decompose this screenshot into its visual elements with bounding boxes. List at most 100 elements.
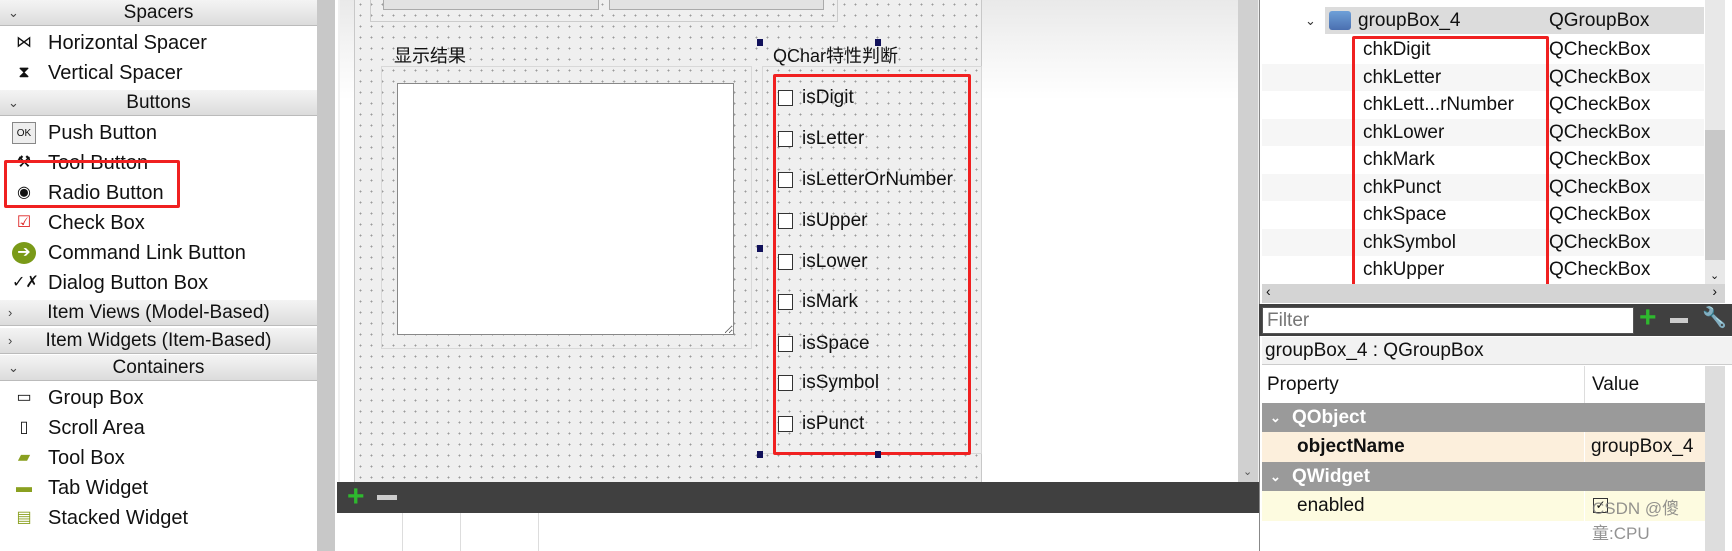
category-containers[interactable]: ⌄ Containers: [0, 355, 317, 381]
highlight-rect-tree: [1352, 36, 1549, 295]
action-editor-toolbar: +: [337, 480, 1259, 514]
object-class: QCheckBox: [1549, 204, 1651, 225]
property-name: enabled: [1297, 495, 1365, 516]
widget-item[interactable]: ▤ Stacked Widget: [0, 503, 317, 533]
form-vertical-scrollbar[interactable]: ⌄: [1238, 0, 1258, 482]
category-label: Spacers: [123, 2, 194, 23]
property-column-header[interactable]: Property: [1267, 366, 1339, 403]
highlight-rect-checkboxes: [773, 74, 971, 455]
push-button-icon: OK: [12, 122, 36, 144]
object-name: groupBox_4: [1358, 10, 1461, 31]
object-class: QCheckBox: [1549, 231, 1651, 253]
selection-handle[interactable]: [875, 39, 881, 46]
top-button-1[interactable]: [383, 0, 599, 10]
widget-item[interactable]: OK Push Button: [0, 118, 317, 148]
object-class: QCheckBox: [1549, 176, 1651, 198]
category-label: Item Views (Model-Based): [47, 302, 270, 323]
wrench-icon[interactable]: 🔧: [1702, 305, 1727, 330]
widget-label: Command Link Button: [48, 242, 246, 264]
widget-item[interactable]: ▰ Tool Box: [0, 443, 317, 473]
add-property-icon[interactable]: +: [1639, 301, 1657, 335]
tree-row-groupbox[interactable]: ⌄ groupBox_4 QGroupBox: [1305, 7, 1704, 34]
property-value[interactable]: groupBox_4: [1591, 432, 1693, 462]
vertical-spacer-icon: ⧗: [18, 64, 30, 81]
widget-label: Horizontal Spacer: [48, 32, 207, 54]
category-label: Item Widgets (Item-Based): [45, 330, 272, 351]
widget-label: Dialog Button Box: [48, 272, 209, 294]
result-group-title: 显示结果: [394, 46, 466, 66]
remove-property-icon[interactable]: [1670, 318, 1688, 323]
object-label: groupBox_4 : QGroupBox: [1262, 337, 1732, 365]
widget-label: Vertical Spacer: [48, 62, 183, 84]
scroll-area-icon: ▯: [19, 419, 29, 436]
add-icon[interactable]: +: [347, 480, 365, 514]
widget-item[interactable]: ☑ Check Box: [0, 208, 317, 238]
group-box-icon: ▭: [16, 389, 32, 406]
tab-widget-icon: ▬: [16, 479, 32, 496]
category-label: Buttons: [126, 92, 191, 113]
widget-item[interactable]: ▬ Tab Widget: [0, 473, 317, 503]
scroll-down-icon[interactable]: ⌄: [1243, 465, 1252, 478]
highlight-rect-radio: [4, 160, 180, 208]
selection-handle[interactable]: [757, 39, 763, 46]
section-qwidget[interactable]: ⌄ QWidget: [1262, 462, 1707, 491]
object-class: QGroupBox: [1549, 10, 1650, 31]
horizontal-spacer-icon: ⋈: [16, 34, 32, 51]
chevron-down-icon[interactable]: ⌄: [8, 355, 19, 381]
remove-icon[interactable]: [377, 495, 397, 500]
top-button-2[interactable]: [609, 0, 824, 10]
tool-box-icon: ▰: [17, 449, 31, 466]
widget-item[interactable]: ✓✗ Dialog Button Box: [0, 268, 317, 298]
section-qobject[interactable]: ⌄ QObject: [1262, 403, 1707, 432]
section-label: QObject: [1292, 407, 1366, 428]
object-class: QCheckBox: [1549, 121, 1651, 143]
chevron-down-icon[interactable]: ⌄: [1270, 403, 1281, 432]
value-column-header[interactable]: Value: [1592, 366, 1639, 403]
groupbox-icon: [1329, 11, 1351, 30]
object-class: QCheckBox: [1549, 66, 1651, 88]
widget-label: Group Box: [48, 387, 144, 409]
chevron-right-icon[interactable]: ›: [8, 300, 12, 326]
chevron-down-icon[interactable]: ⌄: [8, 90, 19, 116]
widget-label: Stacked Widget: [48, 507, 189, 529]
widget-label: Check Box: [48, 212, 145, 234]
action-editor-table: [337, 513, 1259, 551]
object-class: QCheckBox: [1549, 39, 1651, 60]
widget-box: ⌄ Spacers ⋈ Horizontal Spacer ⧗ Vertical Spac…: [0, 0, 317, 551]
category-buttons[interactable]: ⌄ Buttons: [0, 90, 317, 116]
object-class: QCheckBox: [1549, 259, 1651, 280]
stacked-widget-icon: ▤: [16, 509, 32, 526]
widget-box-scrollbar[interactable]: [317, 0, 338, 551]
tree-vertical-scrollbar[interactable]: ⌄: [1705, 0, 1725, 284]
result-text-edit[interactable]: [397, 83, 734, 335]
object-class: QCheckBox: [1549, 149, 1651, 170]
property-header: Property Value: [1262, 366, 1707, 403]
category-label: Containers: [112, 357, 205, 378]
widget-label: Scroll Area: [48, 417, 145, 439]
widget-item[interactable]: ▯ Scroll Area: [0, 413, 317, 443]
widget-item[interactable]: ▭ Group Box: [0, 383, 317, 413]
filter-input[interactable]: [1262, 307, 1634, 334]
selection-handle[interactable]: [757, 451, 763, 458]
chevron-down-icon[interactable]: ⌄: [1305, 7, 1316, 34]
selection-handle[interactable]: [757, 245, 763, 252]
object-class: QCheckBox: [1549, 94, 1651, 115]
property-name: objectName: [1297, 436, 1405, 457]
watermark: CSDN @傻童:CPU: [1592, 499, 1680, 543]
dialog-button-box-icon: ✓✗: [12, 274, 39, 291]
widget-item[interactable]: ⧗ Vertical Spacer: [0, 58, 317, 88]
chevron-down-icon[interactable]: ⌄: [1270, 462, 1281, 491]
widget-label: Tab Widget: [48, 477, 149, 499]
category-item-views-model-based-[interactable]: › Item Views (Model-Based): [0, 300, 317, 326]
category-spacers[interactable]: ⌄ Spacers: [0, 0, 317, 26]
widget-label: Tool Box: [48, 447, 125, 469]
chevron-right-icon[interactable]: ›: [8, 328, 12, 354]
chevron-down-icon[interactable]: ⌄: [8, 0, 19, 26]
widget-item[interactable]: ⋈ Horizontal Spacer: [0, 28, 317, 58]
section-label: QWidget: [1292, 466, 1370, 487]
category-item-widgets-item-based-[interactable]: › Item Widgets (Item-Based): [0, 328, 317, 354]
selection-handle[interactable]: [875, 451, 881, 458]
command-link-icon: ➔: [12, 242, 36, 264]
widget-item[interactable]: ➔ Command Link Button: [0, 238, 317, 268]
property-row-objectname[interactable]: objectName groupBox_4: [1262, 432, 1707, 462]
